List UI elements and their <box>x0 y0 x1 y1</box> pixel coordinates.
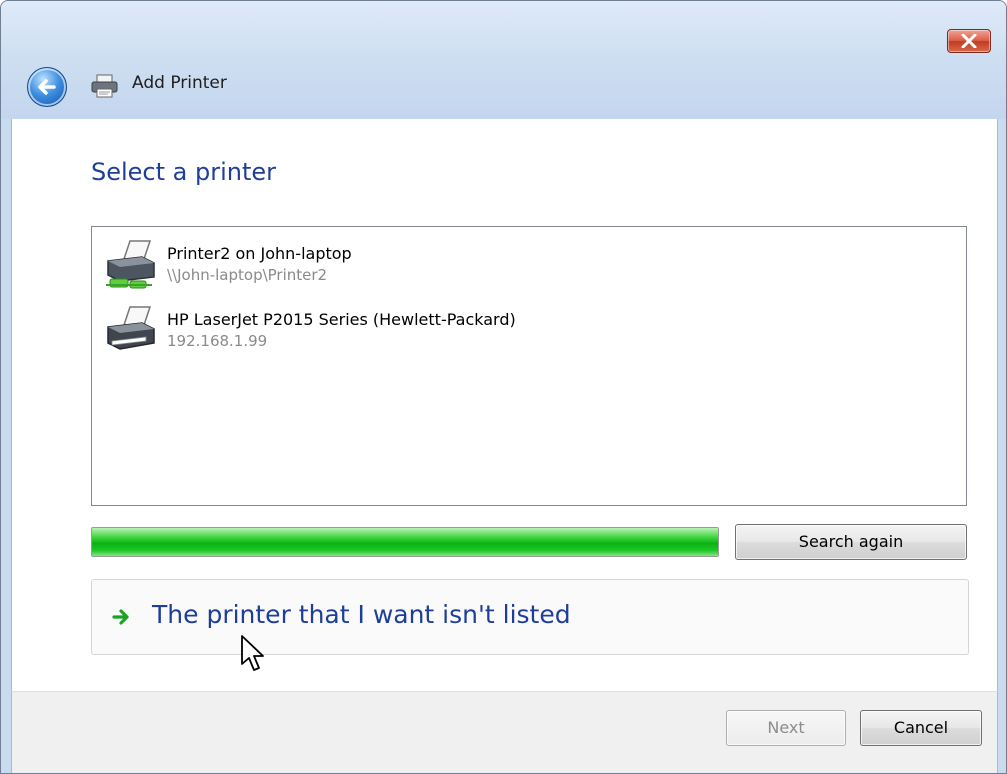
window-title: Add Printer <box>132 73 227 93</box>
next-button[interactable]: Next <box>726 710 846 746</box>
title-bar <box>1 1 1006 119</box>
cancel-button[interactable]: Cancel <box>860 710 982 746</box>
printer-name: HP LaserJet P2015 Series (Hewlett-Packar… <box>167 310 516 329</box>
printer-address: 192.168.1.99 <box>167 332 268 350</box>
printer-list[interactable]: Printer2 on John-laptop \\John-laptop\Pr… <box>91 226 967 506</box>
printer-name: Printer2 on John-laptop <box>167 244 352 263</box>
page-heading: Select a printer <box>91 158 277 186</box>
printer-list-item-printer2[interactable]: Printer2 on John-laptop \\John-laptop\Pr… <box>92 229 962 291</box>
back-arrow-icon <box>38 79 56 95</box>
footer-bar <box>11 691 998 773</box>
search-progress-bar <box>91 527 719 557</box>
shared-printer-icon <box>106 240 155 289</box>
printer-icon <box>107 306 155 350</box>
printer-not-listed-link[interactable]: The printer that I want isn't listed <box>91 579 969 655</box>
close-icon <box>961 34 977 48</box>
progress-fill <box>92 528 718 556</box>
mouse-cursor-icon <box>241 635 264 671</box>
printer-title-icon <box>91 74 118 98</box>
green-arrow-icon <box>112 609 129 625</box>
printer-not-listed-text[interactable]: The printer that I want isn't listed <box>152 600 571 629</box>
printer-list-item-hp-laserjet[interactable]: HP LaserJet P2015 Series (Hewlett-Packar… <box>92 295 962 357</box>
printer-address: \\John-laptop\Printer2 <box>167 266 328 284</box>
close-button[interactable] <box>947 29 991 53</box>
back-button[interactable] <box>27 67 67 107</box>
search-again-button[interactable]: Search again <box>735 524 967 560</box>
